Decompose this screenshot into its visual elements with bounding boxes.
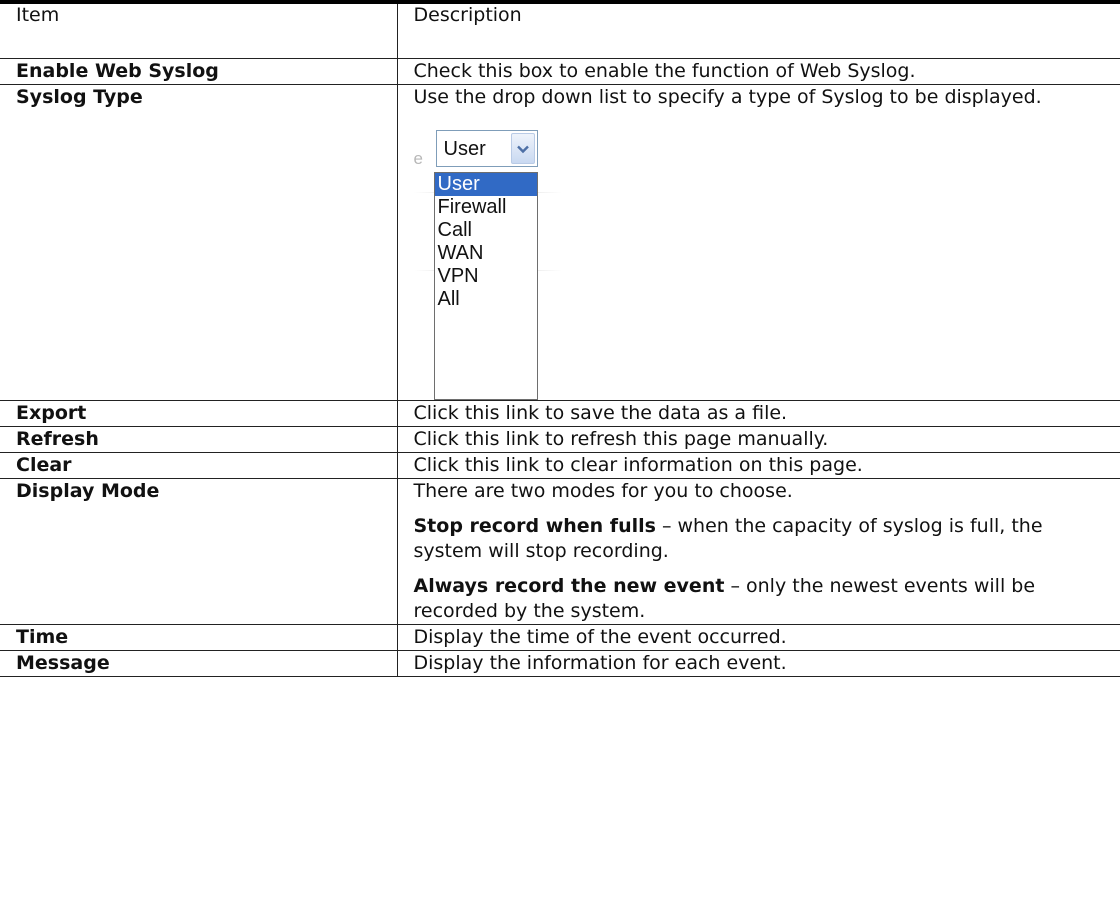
row-description: Click this link to refresh this page man… [396,426,1120,453]
paragraph-lead: Always record the new event [413,574,725,597]
paragraph-text: Display the time of the event occurred. [413,625,787,648]
table-row: Display Mode There are two modes for you … [0,478,1120,625]
description-paragraph: Display the information for each event. [414,651,1105,676]
syslog-type-select[interactable]: User [435,129,538,167]
description-paragraph: Display the time of the event occurred. [414,625,1105,650]
header-description: Description [396,2,1120,59]
table-header-row: Item Description [0,2,1120,59]
description-paragraph: Use the drop down list to specify a type… [414,85,1105,110]
select-value: User [443,137,486,160]
dropdown-option[interactable]: User [434,172,537,196]
description-table: Item Description Enable Web Syslog Check … [0,0,1120,677]
paragraph-text: Check this box to enable the function of… [413,59,916,82]
row-description: There are two modes for you to choose. St… [396,478,1120,625]
row-description: Click this link to clear information on … [396,452,1120,479]
row-item-label: Enable Web Syslog [0,58,398,85]
row-item-label: Clear [0,452,398,479]
row-item-label: Syslog Type [0,84,398,401]
description-paragraph: Stop record when fulls – when the capaci… [414,514,1105,564]
description-paragraph: There are two modes for you to choose. [414,479,1105,504]
row-description: Check this box to enable the function of… [396,58,1120,85]
dropdown-option[interactable]: All [435,288,537,311]
syslog-type-options-list: User Firewall Call WAN VPN All [433,171,538,400]
dropdown-option[interactable]: WAN [435,242,537,265]
paragraph-text: There are two modes for you to choose. [413,479,793,502]
description-paragraph: Always record the new event – only the n… [414,574,1105,624]
paragraph-text: Use the drop down list to specify a type… [413,85,1042,108]
paragraph-lead: Stop record when fulls [413,514,656,537]
row-description: Click this link to save the data as a fi… [396,400,1120,427]
paragraph-text: Click this link to save the data as a fi… [413,401,788,424]
table-row: Refresh Click this link to refresh this p… [0,426,1120,453]
description-paragraph: Check this box to enable the function of… [414,59,1105,84]
row-item-label: Refresh [0,426,398,453]
cropped-label-fragment: e [413,148,423,168]
row-description: Display the information for each event. [396,650,1120,677]
paragraph-text: Click this link to refresh this page man… [413,427,829,450]
dropdown-option[interactable]: VPN [435,265,537,288]
chevron-down-icon[interactable] [510,132,535,164]
description-paragraph: Click this link to save the data as a fi… [414,401,1105,426]
row-description: Display the time of the event occurred. [396,624,1120,651]
header-item: Item [0,2,398,59]
paragraph-text: Click this link to clear information on … [413,453,863,476]
table-row: Export Click this link to save the data a… [0,400,1120,427]
paragraph-text: Display the information for each event. [413,651,787,674]
description-paragraph: Click this link to refresh this page man… [414,427,1105,452]
table-row: Message Display the information for each … [0,650,1120,677]
description-paragraph: Click this link to clear information on … [414,453,1105,478]
table-row: Time Display the time of the event occurr… [0,624,1120,651]
dropdown-option[interactable]: Firewall [435,196,537,219]
row-description: Use the drop down list to specify a type… [396,84,1120,401]
row-item-label: Export [0,400,398,427]
table-row: Syslog Type Use the drop down list to spe… [0,84,1120,401]
row-item-label: Time [0,624,398,651]
table-row: Enable Web Syslog Check this box to enabl… [0,58,1120,85]
dropdown-option[interactable]: Call [435,219,537,242]
table-row: Clear Click this link to clear informatio… [0,452,1120,479]
syslog-type-dropdown-figure: e User User Firewall Call WAN VPN All [413,129,614,400]
row-item-label: Message [0,650,398,677]
table-body: Enable Web Syslog Check this box to enabl… [0,58,1120,677]
row-item-label: Display Mode [0,478,398,625]
